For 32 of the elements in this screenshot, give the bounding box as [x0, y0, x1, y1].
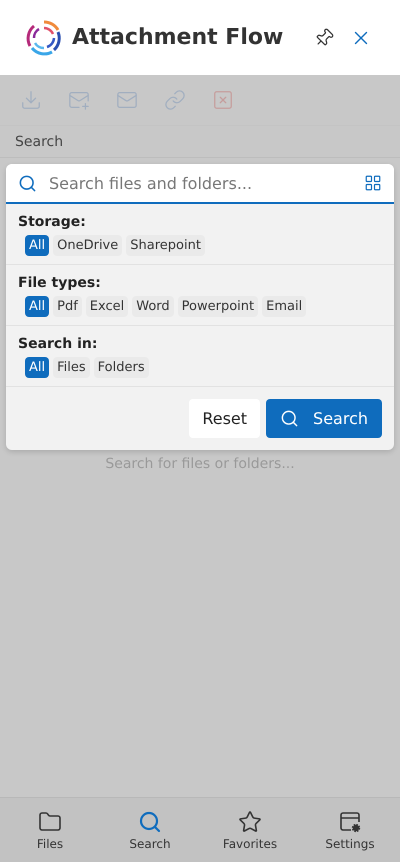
filter-chip[interactable]: All	[25, 235, 50, 256]
nav-tab[interactable]: Settings	[305, 808, 395, 852]
filter-chip[interactable]: Files	[53, 357, 90, 378]
search-icon	[18, 174, 37, 192]
filter-chip[interactable]: Sharepoint	[126, 235, 205, 256]
filter-chip[interactable]: Word	[132, 296, 174, 317]
filter-chip[interactable]: Powerpoint	[178, 296, 258, 317]
search-bar[interactable]: Search files and folders...	[6, 164, 394, 204]
filter-label: File types:	[18, 275, 102, 291]
filter-chip[interactable]: OneDrive	[53, 235, 122, 256]
filter-label: Storage:	[18, 214, 87, 230]
filter-chip[interactable]: Folders	[94, 357, 149, 378]
filter-label: Search in:	[18, 336, 98, 352]
nav-tab[interactable]: Favorites	[205, 808, 295, 852]
section-label: Search	[0, 126, 400, 158]
search-icon	[138, 810, 162, 834]
filter-chip[interactable]: Excel	[86, 296, 128, 317]
filter-chip[interactable]: All	[25, 357, 50, 378]
settings-icon	[338, 810, 362, 834]
grid-icon[interactable]	[364, 174, 382, 192]
app-title: Attachment Flow	[72, 25, 284, 50]
folder-icon	[38, 810, 62, 834]
filter-chip[interactable]: Email	[262, 296, 306, 317]
star-icon	[238, 810, 262, 834]
filter-chip[interactable]: All	[25, 296, 50, 317]
search-button[interactable]: Search	[266, 399, 382, 438]
reset-button[interactable]: Reset	[189, 399, 260, 438]
search-icon	[280, 409, 300, 428]
filter-chip[interactable]: Pdf	[53, 296, 82, 317]
nav-tab[interactable]: Files	[5, 808, 95, 852]
nav-tab[interactable]: Search	[105, 808, 195, 852]
search-field[interactable]: Search files and folders...	[47, 172, 354, 194]
